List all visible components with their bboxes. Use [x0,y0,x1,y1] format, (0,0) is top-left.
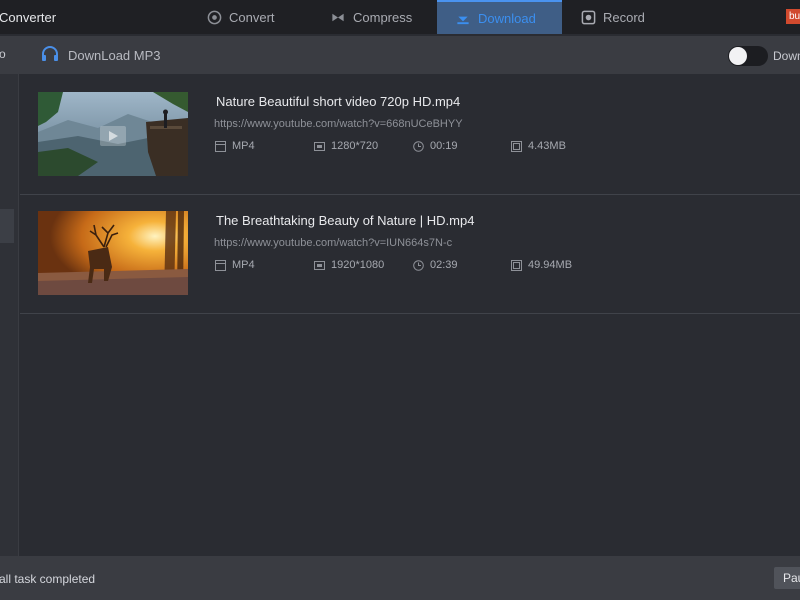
format-value: MP4 [232,259,255,271]
download-icon [455,10,471,26]
toggle-knob [729,47,747,65]
file-url[interactable]: https://www.youtube.com/watch?v=668nUCeB… [214,118,463,130]
file-name: The Breathtaking Beauty of Nature | HD.m… [216,213,475,228]
file-resolution: 1920*1080 [314,259,384,271]
sidebar-selected-item[interactable] [0,209,14,243]
file-url[interactable]: https://www.youtube.com/watch?v=IUN664s7… [214,237,452,249]
tab-convert-label: Convert [229,9,275,25]
file-duration: 02:39 [413,259,458,271]
download-item[interactable]: Nature Beautiful short video 720p HD.mp4… [20,76,800,195]
resolution-icon [314,260,325,271]
file-format: MP4 [215,140,255,152]
tab-compress[interactable]: Compress [330,0,412,34]
size-icon [511,259,522,271]
sidebar [0,74,19,556]
record-icon [580,9,596,25]
file-format: MP4 [215,259,255,271]
tab-record[interactable]: Record [580,0,645,34]
duration-value: 02:39 [430,259,458,271]
video-thumbnail[interactable] [38,211,188,295]
file-resolution: 1280*720 [314,140,378,152]
download-mp3-label: DownLoad MP3 [68,47,161,63]
file-size: 49.94MB [511,259,572,271]
status-bar: all task completed Pau [0,556,800,600]
tab-download[interactable]: Download [437,0,562,34]
pause-button[interactable]: Pau [774,567,800,589]
app-title: Converter [0,10,57,25]
file-name: Nature Beautiful short video 720p HD.mp4 [216,94,461,109]
toolbar-left-fragment[interactable]: o [0,47,6,61]
download-item[interactable]: The Breathtaking Beauty of Nature | HD.m… [20,195,800,314]
resolution-value: 1920*1080 [331,259,385,271]
format-value: MP4 [232,140,255,152]
video-thumbnail[interactable] [38,92,188,176]
clock-icon [413,140,424,152]
download-toggle[interactable] [728,46,768,66]
size-icon [511,140,522,152]
tab-record-label: Record [603,9,645,25]
status-text: all task completed [0,572,96,586]
resolution-value: 1280*720 [331,140,379,152]
toggle-label: Down [773,49,800,63]
buy-badge[interactable]: bu [786,9,800,24]
compress-icon [330,9,346,25]
convert-icon [206,9,222,25]
file-duration: 00:19 [413,140,458,152]
toolbar: o DownLoad MP3 [0,36,800,74]
size-value: 49.94MB [528,259,573,271]
resolution-icon [314,141,325,152]
download-mp3-button[interactable]: DownLoad MP3 [40,44,161,66]
tab-convert[interactable]: Convert [206,0,275,34]
file-size: 4.43MB [511,140,566,152]
duration-value: 00:19 [430,140,458,152]
size-value: 4.43MB [528,140,566,152]
format-icon [215,259,226,271]
top-bar: Converter Convert Compress Download Reco… [0,0,800,34]
format-icon [215,140,226,152]
clock-icon [413,259,424,271]
tab-compress-label: Compress [353,9,413,25]
tab-download-label: Download [478,10,536,26]
headphones-icon [40,45,60,66]
